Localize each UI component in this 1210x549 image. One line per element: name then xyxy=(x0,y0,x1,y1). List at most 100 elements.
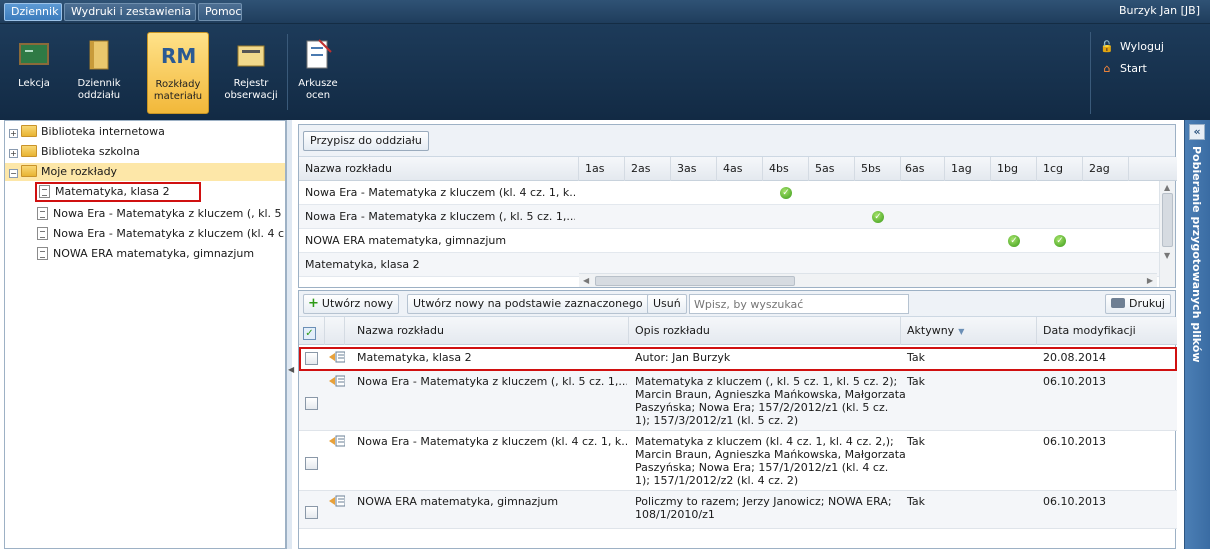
tree-item-matematyka-klasa-2[interactable]: Matematyka, klasa 2 xyxy=(35,182,201,202)
schedule-row[interactable]: Nowa Era - Matematyka z kluczem (kl. 4 c… xyxy=(299,431,1177,491)
column-header-active[interactable]: Aktywny ▼ xyxy=(901,317,1037,345)
assigned-check-icon[interactable]: ✓ xyxy=(1008,235,1020,247)
collapse-left-icon[interactable]: ◀ xyxy=(288,365,294,374)
vertical-scrollbar[interactable]: ▲ ▼ xyxy=(1159,181,1175,287)
schedule-name: NOWA ERA matematyka, gimnazjum xyxy=(305,234,507,247)
menu-tab-dziennik[interactable]: Dziennik xyxy=(4,3,62,21)
column-header-modified[interactable]: Data modyfikacji xyxy=(1037,317,1177,345)
tree-item-label: Biblioteka szkolna xyxy=(41,145,140,158)
scrollbar-thumb[interactable] xyxy=(1162,193,1173,247)
column-header-2ag[interactable]: 2ag xyxy=(1083,157,1129,181)
column-header-2as[interactable]: 2as xyxy=(625,157,671,181)
scroll-left-icon[interactable]: ◀ xyxy=(583,276,589,285)
schedule-list-icon xyxy=(329,435,345,447)
scroll-right-icon[interactable]: ▶ xyxy=(1147,276,1153,285)
row-checkbox[interactable] xyxy=(305,397,318,410)
tree-item-label: Nowa Era - Matematyka z kluczem (, kl. 5 xyxy=(53,207,282,220)
delete-button[interactable]: Usuń xyxy=(647,294,687,314)
arkusze-ocen-button[interactable]: Arkusze ocen xyxy=(288,32,348,114)
expand-icon[interactable]: + xyxy=(9,149,18,158)
home-icon: ⌂ xyxy=(1103,62,1111,75)
schedule-row[interactable]: Matematyka, klasa 2 Autor: Jan Burzyk Tak 2… xyxy=(299,347,1177,371)
schedule-row[interactable]: Nowa Era - Matematyka z kluczem (, kl. 5… xyxy=(299,371,1177,431)
column-header-description[interactable]: Opis rozkładu xyxy=(629,317,901,345)
rejestr-obserwacji-button[interactable]: Rejestr obserwacji xyxy=(218,32,284,114)
schedule-name: Nowa Era - Matematyka z kluczem (, kl. 5… xyxy=(357,375,627,388)
lekcja-button[interactable]: Lekcja xyxy=(12,32,56,114)
column-header-3as[interactable]: 3as xyxy=(671,157,717,181)
lock-icon: 🔓 xyxy=(1100,40,1114,53)
book-icon xyxy=(89,40,109,70)
document-icon xyxy=(37,227,48,240)
schedule-list-icon xyxy=(329,495,345,507)
tree-item-label: Nowa Era - Matematyka z kluczem (kl. 4 c xyxy=(53,227,285,240)
active-status: Tak xyxy=(907,435,926,448)
assign-to-class-button[interactable]: Przypisz do oddziału xyxy=(303,131,429,151)
scroll-down-icon[interactable]: ▼ xyxy=(1164,251,1170,260)
schedules-grid: + Utwórz nowy Utwórz nowy na podstawie za… xyxy=(298,290,1177,549)
assigned-check-icon[interactable]: ✓ xyxy=(1054,235,1066,247)
column-header-1ag[interactable]: 1ag xyxy=(945,157,991,181)
sort-desc-icon[interactable]: ▼ xyxy=(958,327,964,336)
row-checkbox[interactable] xyxy=(305,457,318,470)
column-header-name[interactable]: Nazwa rozkładu xyxy=(345,317,629,345)
row-checkbox[interactable] xyxy=(305,506,318,519)
select-all-column[interactable]: ✓ xyxy=(299,317,325,345)
description-line: Paszyńska; Nowa Era; 157/1/2012/z1 (kl. … xyxy=(635,461,889,474)
schedule-description: Autor: Jan Burzyk xyxy=(635,351,901,364)
menu-tab-pomoc[interactable]: Pomoc xyxy=(198,3,242,21)
dziennik-oddzialu-button[interactable]: Dziennik oddziału xyxy=(68,32,130,114)
column-header-name[interactable]: Nazwa rozkładu xyxy=(299,157,579,181)
horizontal-scrollbar[interactable]: ◀ ▶ xyxy=(579,273,1157,287)
column-header-5as[interactable]: 5as xyxy=(809,157,855,181)
icon-column xyxy=(325,317,345,345)
register-icon xyxy=(237,45,265,67)
schedule-name: Matematyka, klasa 2 xyxy=(357,351,472,364)
expand-icon[interactable]: + xyxy=(9,129,18,138)
assignment-row[interactable]: Nowa Era - Matematyka z kluczem (, kl. 5… xyxy=(299,205,1159,229)
rozklady-materialu-button[interactable]: RM Rozkłady materiału xyxy=(147,32,209,114)
description-line: Marcin Braun, Agnieszka Mańkowska, Małgo… xyxy=(635,448,906,461)
create-from-selected-button[interactable]: Utwórz nowy na podstawie zaznaczonego xyxy=(407,294,649,314)
scrollbar-thumb[interactable] xyxy=(595,276,795,286)
printer-icon xyxy=(1110,298,1125,308)
expand-panel-icon[interactable]: « xyxy=(1189,124,1205,140)
assigned-check-icon[interactable]: ✓ xyxy=(780,187,792,199)
tree-item-biblioteka-szkolna[interactable]: + Biblioteka szkolna xyxy=(9,143,140,161)
schedule-row[interactable]: NOWA ERA matematyka, gimnazjum Policzmy t… xyxy=(299,491,1177,529)
assigned-check-icon[interactable]: ✓ xyxy=(872,211,884,223)
select-all-checkbox-icon[interactable]: ✓ xyxy=(303,327,316,340)
panel-splitter[interactable]: ◀ xyxy=(286,120,294,549)
description-line: 1); 157/1/2012/z2 (kl. 4 cz. 2) xyxy=(635,474,799,487)
column-header-4as[interactable]: 4as xyxy=(717,157,763,181)
downloads-side-panel[interactable]: « Pobieranie przygotowanych plików xyxy=(1184,120,1210,549)
tree-item-moje-rozklady[interactable]: − Moje rozkłady xyxy=(5,163,285,181)
active-status: Tak xyxy=(907,495,926,508)
column-header-5bs[interactable]: 5bs xyxy=(855,157,901,181)
collapse-icon[interactable]: − xyxy=(9,169,18,178)
scroll-up-icon[interactable]: ▲ xyxy=(1164,183,1170,192)
schedule-description: Policzmy to razem; Jerzy Janowicz; NOWA … xyxy=(635,495,901,521)
modified-date: 06.10.2013 xyxy=(1043,435,1106,448)
menu-tab-wydruki[interactable]: Wydruki i zestawienia xyxy=(64,3,196,21)
rm-icon: RM xyxy=(161,44,197,68)
print-button[interactable]: Drukuj xyxy=(1104,294,1171,314)
column-header-1cg[interactable]: 1cg xyxy=(1037,157,1083,181)
tree-item-biblioteka-internetowa[interactable]: + Biblioteka internetowa xyxy=(9,123,165,141)
description-line: 108/1/2010/z1 xyxy=(635,508,715,521)
assignment-row[interactable]: NOWA ERA matematyka, gimnazjum ✓ ✓ xyxy=(299,229,1159,253)
create-new-button[interactable]: + Utwórz nowy xyxy=(303,294,399,314)
start-button[interactable]: ⌂ Start xyxy=(1100,62,1147,75)
column-header-1as[interactable]: 1as xyxy=(579,157,625,181)
grade-sheet-icon xyxy=(306,39,332,69)
column-header-1bg[interactable]: 1bg xyxy=(991,157,1037,181)
search-input[interactable] xyxy=(689,294,909,314)
tree-item-nowa-era-kl5[interactable]: Nowa Era - Matematyka z kluczem (, kl. 5 xyxy=(37,205,287,223)
column-header-6as[interactable]: 6as xyxy=(899,157,945,181)
logout-button[interactable]: 🔓 Wyloguj xyxy=(1100,40,1164,53)
assignment-row[interactable]: Nowa Era - Matematyka z kluczem (kl. 4 c… xyxy=(299,181,1159,205)
column-header-4bs[interactable]: 4bs xyxy=(763,157,809,181)
tree-item-nowa-era-gimnazjum[interactable]: NOWA ERA matematyka, gimnazjum xyxy=(37,245,254,263)
row-checkbox[interactable] xyxy=(305,352,318,365)
tree-item-nowa-era-kl4[interactable]: Nowa Era - Matematyka z kluczem (kl. 4 c xyxy=(37,225,287,243)
